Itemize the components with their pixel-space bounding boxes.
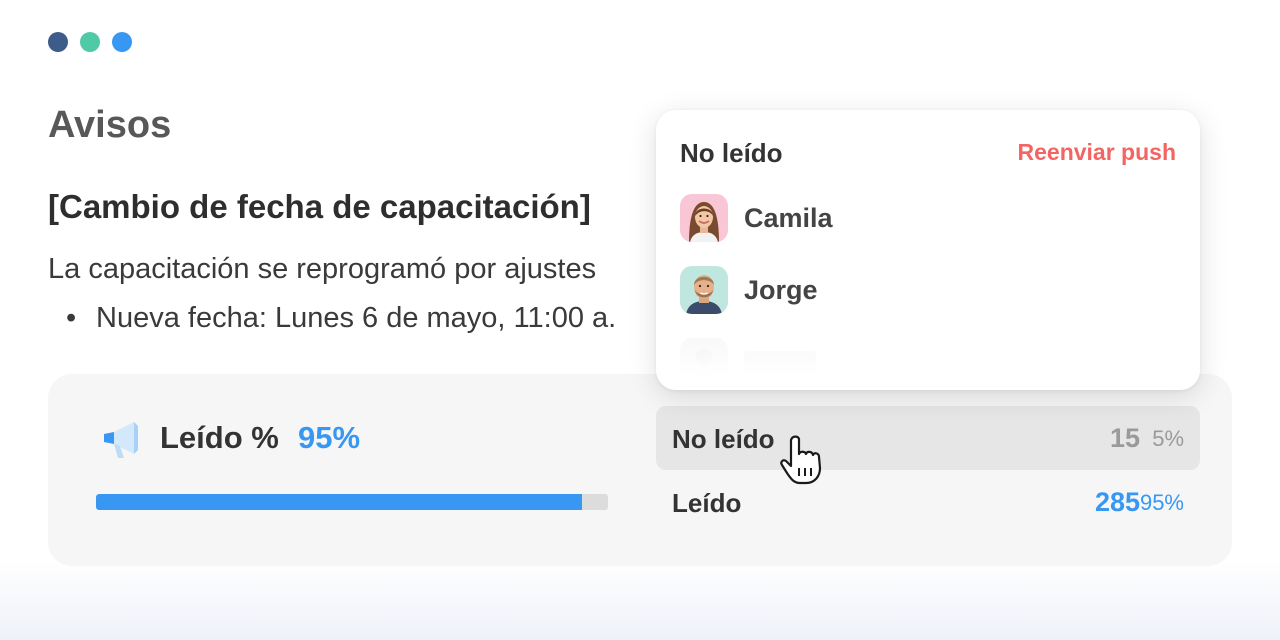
read-percent-value: 95% xyxy=(298,420,361,455)
unread-row[interactable]: No leído 15 5% xyxy=(656,406,1200,470)
bullet-dot: • xyxy=(66,302,77,334)
avatar-jorge xyxy=(680,266,728,314)
window-dot-dark-blue xyxy=(48,32,68,52)
window-dot-blue xyxy=(112,32,132,52)
megaphone-icon xyxy=(104,422,138,458)
avatar-camila xyxy=(680,194,728,242)
read-progress-fill xyxy=(96,494,583,510)
popup-fade xyxy=(656,320,1200,390)
read-percent: 95% xyxy=(1139,490,1184,515)
user-item-jorge[interactable]: Jorge xyxy=(680,266,818,314)
read-row-label: Leído xyxy=(672,488,742,518)
user-item-camila[interactable]: Camila xyxy=(680,194,833,242)
read-row[interactable]: Leído 285 95% xyxy=(656,470,1200,534)
notice-bullet-text: Nueva fecha: Lunes 6 de mayo, 11:00 a. xyxy=(96,302,617,334)
notice-bullet-item: • Nueva fecha: Lunes 6 de mayo, 11:00 a. xyxy=(66,302,616,335)
user-name-jorge: Jorge xyxy=(744,274,818,305)
notice-body: La capacitación se reprogramó por ajuste… xyxy=(48,253,597,285)
read-progress-bar xyxy=(96,494,608,510)
unread-percent: 5% xyxy=(1152,426,1184,451)
read-percent-label: Leído % xyxy=(160,420,279,455)
page-title: Avisos xyxy=(48,104,172,146)
hand-pointer-cursor-icon xyxy=(780,435,822,485)
window-controls xyxy=(48,32,132,52)
notice-title: [Cambio de fecha de capacitación] xyxy=(48,188,591,225)
unread-row-label: No leído xyxy=(672,424,775,454)
popup-title: No leído xyxy=(680,138,783,168)
unread-users-popup: No leído Reenviar push Camila Jorge xyxy=(656,110,1200,390)
user-name-camila: Camila xyxy=(744,202,833,233)
window-dot-green xyxy=(80,32,100,52)
unread-count: 15 xyxy=(1109,423,1140,453)
resend-push-button[interactable]: Reenviar push xyxy=(1018,139,1177,166)
read-count: 285 xyxy=(1094,487,1140,517)
